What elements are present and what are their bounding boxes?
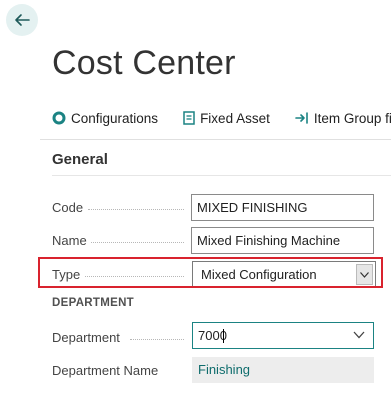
item-group-filter-label: Item Group filt: [313, 110, 391, 126]
name-label: Name: [52, 233, 87, 248]
general-section-title[interactable]: General: [52, 151, 108, 168]
configurations-icon: [52, 111, 66, 125]
name-field[interactable]: Mixed Finishing Machine: [191, 227, 374, 254]
department-subsection-title: DEPARTMENT: [52, 297, 135, 309]
code-field[interactable]: MIXED FINISHING: [191, 194, 374, 221]
page-title: Cost Center: [52, 44, 236, 82]
department-name-label: Department Name: [52, 363, 159, 378]
document-icon: [183, 111, 195, 125]
configurations-label: Configurations: [71, 110, 159, 126]
section-divider: [52, 175, 391, 176]
code-leader-dots: [88, 209, 184, 210]
back-button[interactable]: [6, 4, 38, 36]
name-leader-dots: [91, 242, 184, 243]
enter-arrow-icon: [295, 112, 308, 124]
department-field[interactable]: 7000: [192, 322, 374, 349]
chevron-down-icon[interactable]: [353, 331, 365, 339]
fixed-asset-action[interactable]: Fixed Asset: [183, 111, 270, 126]
arrow-left-icon: [15, 14, 30, 26]
action-bar: Configurations Fixed Asset Item Group fi…: [52, 108, 391, 128]
department-leader-dots: [130, 339, 184, 340]
department-label: Department: [52, 330, 120, 345]
item-group-filter-action[interactable]: Item Group filt: [295, 111, 391, 126]
text-cursor: [223, 329, 224, 343]
fixed-asset-label: Fixed Asset: [200, 110, 270, 126]
code-label: Code: [52, 200, 84, 215]
type-field-highlight: [38, 257, 383, 288]
action-bar-divider: [40, 139, 391, 140]
department-name-value: Finishing: [192, 357, 374, 383]
configurations-action[interactable]: Configurations: [52, 111, 158, 126]
